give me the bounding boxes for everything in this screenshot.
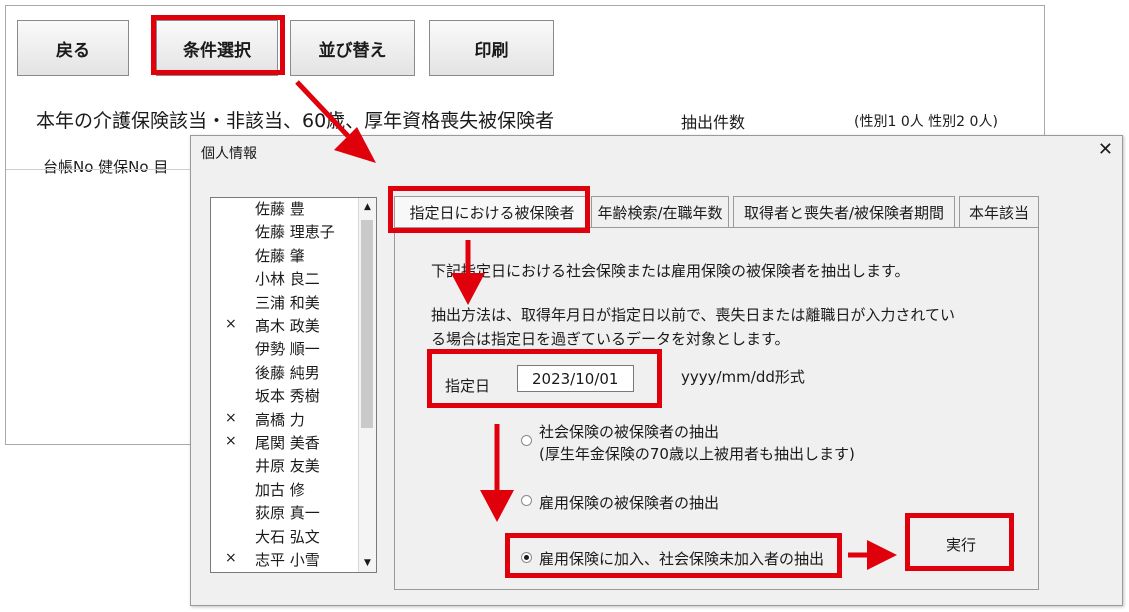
arrow-2-head bbox=[451, 273, 485, 305]
arrow-1-line bbox=[295, 80, 350, 138]
arrow-4-head bbox=[867, 540, 897, 570]
arrow-3-head bbox=[480, 490, 514, 522]
annotation-arrows bbox=[295, 80, 897, 570]
arrow-1-head bbox=[334, 127, 376, 163]
